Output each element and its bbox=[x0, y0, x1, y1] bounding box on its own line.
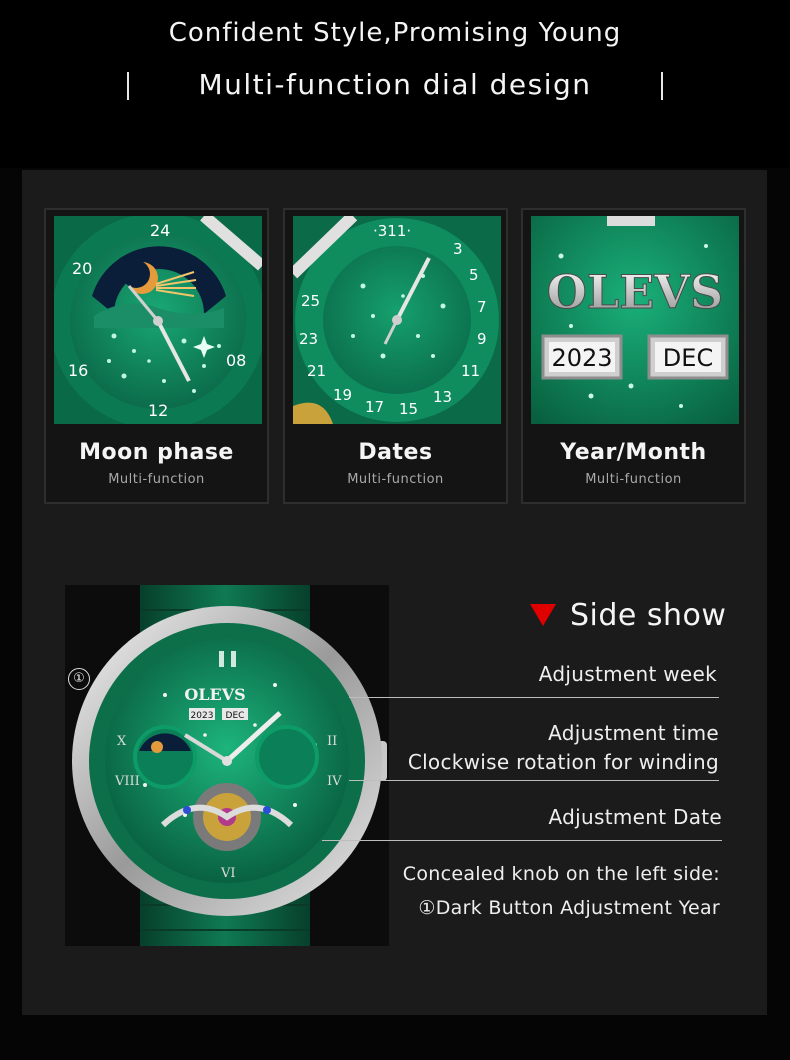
red-triangle-icon bbox=[530, 604, 556, 626]
svg-text:25: 25 bbox=[301, 292, 320, 310]
svg-text:21: 21 bbox=[307, 362, 326, 380]
svg-text:IV: IV bbox=[327, 774, 342, 789]
feature-card-dates: ·311· 3 5 7 9 11 13 15 17 19 21 23 25 Dates Mult… bbox=[283, 208, 508, 504]
svg-text:23: 23 bbox=[299, 330, 318, 348]
label-concealed-knob: Concealed knob on the left side: bbox=[402, 863, 720, 885]
brand-logo-text: OLEVS bbox=[547, 265, 723, 319]
side-show-title: Side show bbox=[570, 598, 727, 633]
svg-text:15: 15 bbox=[399, 400, 418, 418]
page-title: Confident Style,Promising Young bbox=[168, 18, 622, 48]
watch-brand-text: OLEVS bbox=[184, 685, 245, 704]
svg-text:II: II bbox=[327, 734, 337, 749]
pointer-line-date bbox=[322, 840, 722, 841]
svg-text:·311·: ·311· bbox=[373, 222, 411, 240]
feature-panel: 24 20 16 12 08 Moon phase Multi-function bbox=[22, 170, 767, 1015]
label-adjustment-time: Adjustment time bbox=[548, 721, 719, 745]
watch-year-text: 2023 bbox=[191, 711, 214, 721]
moon-phase-dial-image: 24 20 16 12 08 bbox=[54, 216, 262, 424]
svg-text:7: 7 bbox=[477, 298, 487, 316]
label-adjustment-week: Adjustment week bbox=[538, 662, 717, 686]
year-month-dial-image: OLEVS 2023 DEC bbox=[531, 216, 739, 424]
dates-dial-image: ·311· 3 5 7 9 11 13 15 17 19 21 23 25 bbox=[293, 216, 501, 424]
svg-text:16: 16 bbox=[68, 361, 88, 380]
svg-text:9: 9 bbox=[477, 330, 487, 348]
year-window: 2023 bbox=[551, 344, 612, 372]
svg-text:VI: VI bbox=[220, 866, 236, 881]
svg-text:5: 5 bbox=[469, 266, 479, 284]
svg-text:19: 19 bbox=[333, 386, 352, 404]
pointer-line-week bbox=[349, 697, 719, 698]
dark-button-marker: ① bbox=[68, 668, 90, 690]
svg-text:17: 17 bbox=[365, 398, 384, 416]
label-winding: Clockwise rotation for winding bbox=[407, 750, 719, 774]
feature-subtitle: Multi-function bbox=[585, 472, 682, 487]
feature-card-moon-phase: 24 20 16 12 08 Moon phase Multi-function bbox=[44, 208, 269, 504]
svg-text:11: 11 bbox=[461, 362, 480, 380]
feature-title: Dates bbox=[358, 440, 433, 465]
right-divider bbox=[661, 72, 663, 100]
feature-title: Year/Month bbox=[560, 440, 707, 465]
svg-text:3: 3 bbox=[453, 240, 463, 258]
svg-text:12: 12 bbox=[148, 401, 168, 420]
feature-title: Moon phase bbox=[79, 440, 234, 465]
pointer-line-time bbox=[349, 780, 719, 781]
header: Confident Style,Promising Young Multi-fu… bbox=[0, 0, 790, 168]
month-window: DEC bbox=[663, 344, 713, 372]
side-show-heading: Side show bbox=[530, 598, 770, 638]
svg-text:VIII: VIII bbox=[114, 774, 140, 789]
label-dark-button-year: ①Dark Button Adjustment Year bbox=[418, 897, 720, 919]
feature-subtitle: Multi-function bbox=[108, 472, 205, 487]
svg-text:X: X bbox=[117, 734, 127, 749]
watch-month-text: DEC bbox=[226, 711, 245, 721]
svg-text:08: 08 bbox=[226, 351, 246, 370]
svg-text:20: 20 bbox=[72, 259, 92, 278]
feature-subtitle: Multi-function bbox=[347, 472, 444, 487]
svg-text:24: 24 bbox=[150, 221, 170, 240]
feature-card-year-month: OLEVS 2023 DEC Year/Month Multi-function bbox=[521, 208, 746, 504]
label-adjustment-date: Adjustment Date bbox=[548, 805, 722, 829]
svg-text:13: 13 bbox=[433, 388, 452, 406]
watch-product-image: OLEVS 2023 DEC II IV VI VIII X bbox=[65, 585, 389, 946]
page-subtitle: Multi-function dial design bbox=[198, 68, 592, 101]
